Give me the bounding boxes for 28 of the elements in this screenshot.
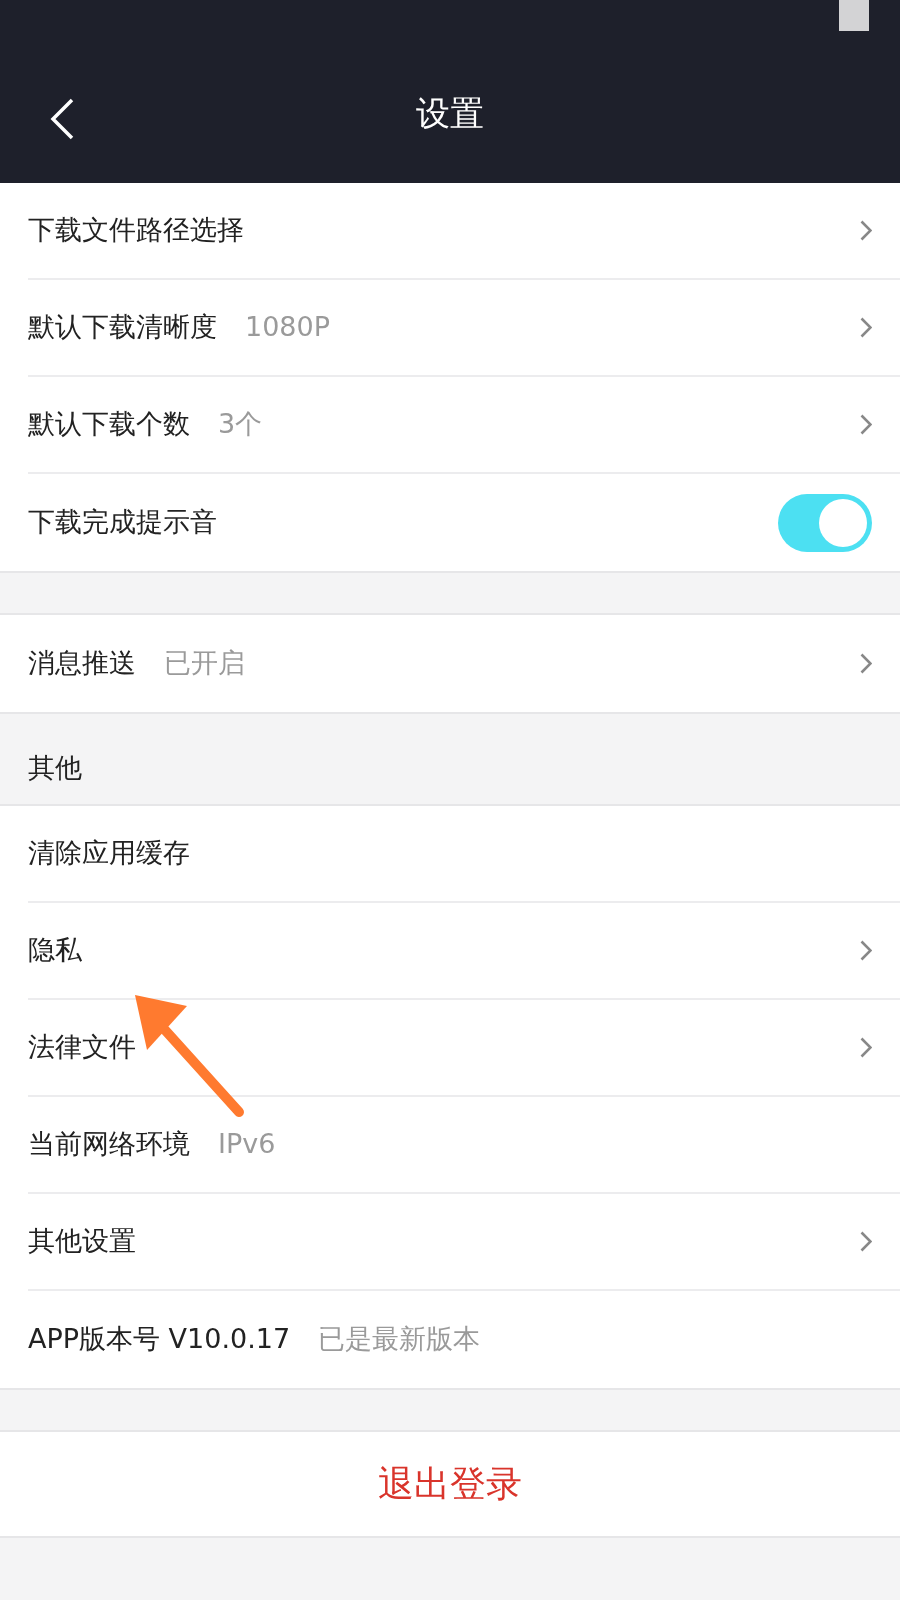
row-value: 已开启 (164, 646, 245, 681)
row-label: 下载文件路径选择 (28, 213, 244, 248)
settings-row[interactable]: 隐私 (28, 903, 900, 1000)
row-label: 隐私 (28, 933, 82, 968)
settings-row[interactable]: 下载文件路径选择 (28, 183, 900, 280)
row-value: 3个 (218, 407, 263, 442)
row-value: IPv6 (218, 1127, 276, 1162)
settings-row[interactable]: 默认下载个数 3个 (28, 377, 900, 474)
row-label: 清除应用缓存 (28, 836, 190, 871)
row-label: 默认下载个数 (28, 407, 190, 442)
settings-row[interactable]: 其他设置 (28, 1194, 900, 1291)
logout-button[interactable]: 退出登录 (372, 1456, 528, 1512)
settings-row[interactable]: 当前网络环境 IPv6 (28, 1097, 900, 1194)
settings-row[interactable]: 默认下载清晰度 1080P (28, 280, 900, 377)
settings-row[interactable]: 清除应用缓存 (28, 806, 900, 903)
row-label: 当前网络环境 (28, 1127, 190, 1162)
row-label: 下载完成提示音 (28, 505, 217, 540)
settings-row[interactable]: APP版本号 V10.0.17 已是最新版本 (28, 1291, 900, 1388)
row-label: 其他设置 (28, 1224, 136, 1259)
settings-row[interactable]: 下载完成提示音 (28, 474, 900, 571)
row-label: 消息推送 (28, 646, 136, 681)
row-label: APP版本号 V10.0.17 (28, 1322, 291, 1357)
row-value: 已是最新版本 (318, 1322, 481, 1357)
row-label: 默认下载清晰度 (28, 310, 217, 345)
page-title: 设置 (416, 96, 484, 130)
row-label: 法律文件 (28, 1030, 136, 1065)
section-title: 其他 (28, 750, 82, 785)
row-value: 1080P (245, 310, 330, 345)
